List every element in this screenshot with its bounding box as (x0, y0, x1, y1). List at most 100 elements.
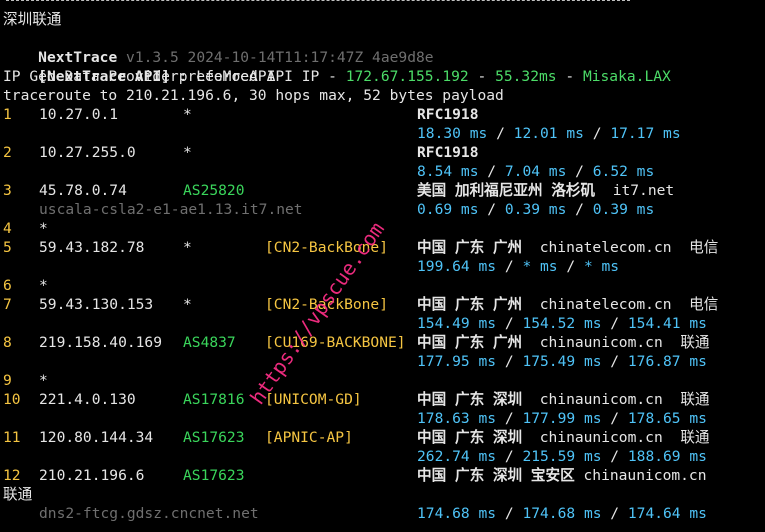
hop-host: chinatelecom.cn (539, 239, 672, 256)
hop-rtt-value: 154.41 ms (627, 315, 707, 332)
hop-asn: * (183, 144, 192, 161)
hop-host: chinaunicom.cn (539, 429, 663, 446)
hop-asn: * (183, 296, 192, 313)
hop-geo: RFC1918 (417, 106, 479, 123)
hop-geo-line: 中国 广东 广州 chinaunicom.cn 联通 (417, 333, 710, 352)
hop-rtt-line: 199.64 ms / * ms / * ms (417, 257, 619, 276)
api-latency: 55.32ms (495, 68, 557, 85)
hop-geo-line: 中国 广东 深圳 chinaunicom.cn 联通 (417, 390, 710, 409)
hop-asn: AS17623 (183, 467, 245, 484)
hop-asn: * (183, 106, 192, 123)
hop-number: 3 (3, 182, 12, 199)
hop-number: 11 (3, 429, 21, 446)
hop-ip: * (39, 277, 48, 294)
rtt-separator: / (487, 125, 514, 142)
hop-ip: 59.43.130.153 (39, 296, 154, 313)
rtt-separator: / (601, 315, 628, 332)
hop-number: 5 (3, 239, 12, 256)
hop-rtt-value: 18.30 ms (417, 125, 488, 142)
rtt-separator: / (496, 410, 523, 427)
hop-number: 12 (3, 467, 21, 484)
hop-geo: 美国 加利福尼亚州 洛杉矶 (417, 182, 596, 199)
traceroute-line: traceroute to 210.21.196.6, 30 hops max,… (3, 87, 504, 104)
hop-geo-line: 中国 广东 广州 chinatelecom.cn 电信 (417, 295, 718, 314)
hop-asn: AS4837 (183, 334, 236, 351)
hop-rtt-value: 17.17 ms (610, 125, 681, 142)
hop-ip: 219.158.40.169 (39, 334, 163, 351)
hop-number: 7 (3, 296, 12, 313)
hop-asn: AS17816 (183, 391, 245, 408)
hop-geo-line: 中国 广东 深圳 宝安区 chinaunicom.cn (417, 466, 707, 485)
hop-host: chinaunicom.cn (539, 334, 663, 351)
hop-ip: * (39, 372, 48, 389)
rtt-separator: / (496, 315, 523, 332)
hop-tag: [APNIC-AP] (265, 429, 353, 446)
rtt-separator: / (601, 410, 628, 427)
hop-rtt-value: 154.49 ms (417, 315, 497, 332)
rtt-separator: / (601, 505, 628, 522)
hop-isp: 联通 (3, 486, 33, 503)
hop-asn: * (183, 239, 192, 256)
rtt-separator: / (601, 448, 628, 465)
version-line: NextTrace v1.3.5 2024-10-14T11:17:47Z 4a… (3, 29, 433, 66)
hop-isp: 联通 (680, 334, 710, 351)
hop-rtt-line: 0.69 ms / 0.39 ms / 0.39 ms (417, 200, 654, 219)
hop-rtt-value: 0.69 ms (417, 201, 479, 218)
rtt-separator: / (496, 353, 523, 370)
rtt-separator: / (496, 448, 523, 465)
hop-rtt-value: 174.68 ms (417, 505, 497, 522)
api-line: [NextTrace API] preferred API IP - 172.6… (3, 48, 671, 85)
api-node: Misaka.LAX (582, 68, 671, 85)
hop-number: 10 (3, 391, 21, 408)
hop-rtt-value: 177.95 ms (417, 353, 497, 370)
hop-number: 1 (3, 106, 12, 123)
hop-rtt-line: 262.74 ms / 215.59 ms / 188.69 ms (417, 447, 707, 466)
hop-rtt-value: 0.39 ms (504, 201, 567, 218)
rtt-separator: / (601, 353, 628, 370)
hop-number: 8 (3, 334, 12, 351)
terminal-window[interactable]: 深圳联通 NextTrace v1.3.5 2024-10-14T11:17:4… (0, 0, 765, 532)
rtt-separator: / (496, 258, 523, 275)
hop-rtt-value: 174.68 ms (522, 505, 602, 522)
hop-rtt-line: 154.49 ms / 154.52 ms / 154.41 ms (417, 314, 707, 333)
hop-number: 9 (3, 372, 12, 389)
hop-rtt-value: 215.59 ms (522, 448, 602, 465)
hop-ip: 59.43.182.78 (39, 239, 145, 256)
hop-ip: 221.4.0.130 (39, 391, 136, 408)
rtt-separator: / (566, 163, 593, 180)
api-dash-1: - (468, 68, 496, 85)
hop-isp: 联通 (680, 391, 710, 408)
hop-rtt-value: 7.04 ms (504, 163, 567, 180)
separator-line (6, 0, 630, 1)
hop-host: chinatelecom.cn (539, 296, 672, 313)
hop-ip: 10.27.0.1 (39, 106, 119, 123)
hop-asn: AS17623 (183, 429, 245, 446)
hop-geo: 中国 广东 广州 (417, 296, 523, 313)
hop-rtt-value: 262.74 ms (417, 448, 497, 465)
hop-rtt-value: 178.65 ms (627, 410, 707, 427)
hop-rtt-line: 8.54 ms / 7.04 ms / 6.52 ms (417, 162, 654, 181)
hop-geo: 中国 广东 深圳 (417, 391, 523, 408)
rtt-separator: / (557, 258, 584, 275)
hop-rtt-value: 0.39 ms (592, 201, 655, 218)
hop-ip: 45.78.0.74 (39, 182, 127, 199)
rtt-separator: / (566, 201, 593, 218)
hop-rtt-value: 188.69 ms (627, 448, 707, 465)
rtt-separator: / (478, 201, 505, 218)
hop-number: 4 (3, 220, 12, 237)
hop-rtt-line: 174.68 ms / 174.68 ms / 174.64 ms (417, 504, 707, 523)
hop-isp: 电信 (689, 296, 719, 313)
location-line: 深圳联通 (3, 11, 62, 28)
hop-host: it7.net (612, 182, 675, 199)
hop-geo: RFC1918 (417, 144, 479, 161)
hop-geo-line: 中国 广东 广州 chinatelecom.cn 电信 (417, 238, 718, 257)
hop-rtt-value: 175.49 ms (522, 353, 602, 370)
hop-rdns: uscala-csla2-e1-ae1.13.it7.net (39, 201, 303, 218)
hop-isp: 电信 (689, 239, 719, 256)
hop-rtt-value: 154.52 ms (522, 315, 602, 332)
hop-rtt-line: 18.30 ms / 12.01 ms / 17.17 ms (417, 124, 681, 143)
hop-geo: 中国 广东 深圳 宝安区 (417, 467, 575, 484)
hop-rtt-value: 178.63 ms (417, 410, 497, 427)
api-dash-2: - (556, 68, 583, 85)
hop-rtt-line: 177.95 ms / 175.49 ms / 176.87 ms (417, 352, 707, 371)
